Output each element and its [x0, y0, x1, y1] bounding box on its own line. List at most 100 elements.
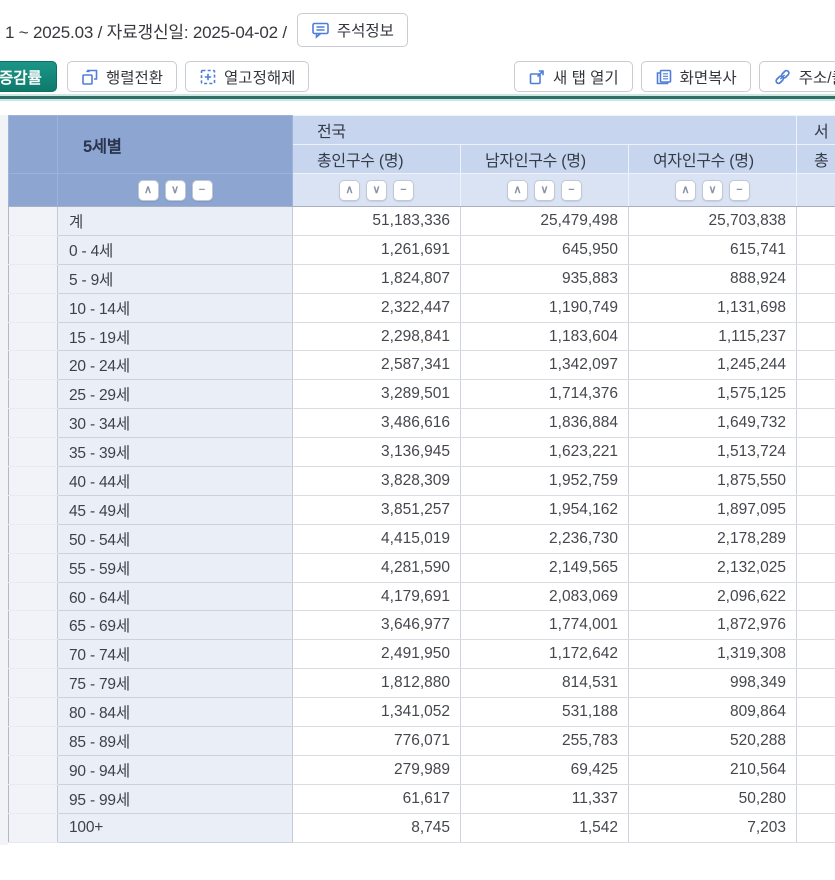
growth-rate-toggle-button[interactable]: 증감률	[0, 61, 57, 92]
toolbar-right-group: 새 탭 열기 화면복사	[514, 61, 835, 92]
sort-ascending-button[interactable]: ∧	[138, 180, 159, 201]
table-body: 계51,183,33625,479,49825,703,8380 - 4세1,2…	[9, 207, 835, 843]
female-population-cell: 1,649,732	[629, 409, 797, 438]
row-index-cell	[9, 727, 58, 756]
female-population-cell: 7,203	[629, 813, 797, 842]
total-population-cell: 3,136,945	[293, 438, 461, 467]
table-row: 90 - 94세279,98969,425210,564	[9, 755, 835, 784]
unfreeze-button-label: 열고정해제	[224, 66, 295, 88]
row-index-cell	[9, 698, 58, 727]
collapse-column-button[interactable]: −	[729, 180, 750, 201]
sort-ascending-button[interactable]: ∧	[339, 180, 360, 201]
clipped-region-cell	[797, 582, 835, 611]
age-group-label: 10 - 14세	[58, 293, 293, 322]
sort-descending-button[interactable]: ∨	[702, 180, 723, 201]
sort-controls-female: ∧ ∨ −	[629, 180, 796, 201]
row-index-cell	[9, 640, 58, 669]
clipped-region-cell	[797, 524, 835, 553]
link-icon	[773, 68, 792, 86]
sort-controls-age: ∧ ∨ −	[58, 180, 292, 201]
age-group-label: 15 - 19세	[58, 322, 293, 351]
column-header-partial[interactable]: 총	[797, 145, 835, 174]
collapse-column-button[interactable]: −	[561, 180, 582, 201]
sort-descending-button[interactable]: ∨	[366, 180, 387, 201]
table-row: 40 - 44세3,828,3091,952,7591,875,550	[9, 467, 835, 496]
clipped-region-cell	[797, 235, 835, 264]
open-new-tab-button[interactable]: 새 탭 열기	[514, 61, 633, 92]
row-index-cell	[9, 235, 58, 264]
table-row: 75 - 79세1,812,880814,531998,349	[9, 669, 835, 698]
female-population-cell: 1,897,095	[629, 495, 797, 524]
male-population-cell: 1,952,759	[461, 467, 629, 496]
unfreeze-columns-button[interactable]: 열고정해제	[185, 61, 309, 92]
screen-copy-button[interactable]: 화면복사	[641, 61, 751, 92]
row-index-cell	[9, 351, 58, 380]
total-population-cell: 51,183,336	[293, 207, 461, 236]
age-group-label: 계	[58, 207, 293, 236]
sort-ascending-button[interactable]: ∧	[675, 180, 696, 201]
column-header-total[interactable]: 총인구수 (명)	[293, 145, 461, 174]
collapse-column-button[interactable]: −	[192, 180, 213, 201]
total-population-cell: 2,587,341	[293, 351, 461, 380]
female-population-cell: 1,115,237	[629, 322, 797, 351]
male-population-cell: 935,883	[461, 264, 629, 293]
sort-ascending-button[interactable]: ∧	[507, 180, 528, 201]
female-population-cell: 888,924	[629, 264, 797, 293]
sort-descending-button[interactable]: ∨	[165, 180, 186, 201]
total-population-cell: 2,298,841	[293, 322, 461, 351]
total-population-cell: 2,322,447	[293, 293, 461, 322]
total-population-cell: 1,341,052	[293, 698, 461, 727]
female-population-cell: 210,564	[629, 755, 797, 784]
female-population-cell: 615,741	[629, 235, 797, 264]
age-group-label: 30 - 34세	[58, 409, 293, 438]
male-population-cell: 1,714,376	[461, 380, 629, 409]
group-header-seoul-clipped[interactable]: 서	[797, 116, 835, 145]
growth-rate-button-label: 증감률	[0, 66, 42, 88]
table-row: 15 - 19세2,298,8411,183,6041,115,237	[9, 322, 835, 351]
group-header-national[interactable]: 전국	[293, 116, 797, 145]
row-index-cell	[9, 409, 58, 438]
male-population-cell: 11,337	[461, 784, 629, 813]
female-population-cell: 50,280	[629, 784, 797, 813]
sort-cell-female: ∧ ∨ −	[629, 174, 797, 207]
table-row: 95 - 99세61,61711,33750,280	[9, 784, 835, 813]
column-header-female[interactable]: 여자인구수 (명)	[629, 145, 797, 174]
clipped-region-cell	[797, 380, 835, 409]
total-population-cell: 8,745	[293, 813, 461, 842]
clipped-region-cell	[797, 409, 835, 438]
sort-descending-button[interactable]: ∨	[534, 180, 555, 201]
copy-screen-icon	[655, 68, 673, 86]
clipped-region-cell	[797, 698, 835, 727]
table-row: 65 - 69세3,646,9771,774,0011,872,976	[9, 611, 835, 640]
table-row: 30 - 34세3,486,6161,836,8841,649,732	[9, 409, 835, 438]
row-index-cell	[9, 669, 58, 698]
age-group-label: 80 - 84세	[58, 698, 293, 727]
female-population-cell: 1,245,244	[629, 351, 797, 380]
row-index-cell	[9, 813, 58, 842]
external-link-icon	[528, 68, 546, 86]
male-population-cell: 531,188	[461, 698, 629, 727]
collapse-column-button[interactable]: −	[393, 180, 414, 201]
row-dimension-header: 5세별	[58, 116, 293, 174]
total-population-cell: 4,179,691	[293, 582, 461, 611]
male-population-cell: 1,190,749	[461, 293, 629, 322]
table-row: 10 - 14세2,322,4471,190,7491,131,698	[9, 293, 835, 322]
age-group-label: 95 - 99세	[58, 784, 293, 813]
total-population-cell: 1,824,807	[293, 264, 461, 293]
clipped-region-cell	[797, 640, 835, 669]
population-table-wrap: 5세별 전국 서 총인구수 (명) 남자인구수 (명) 여자인구수 (명) 총 …	[8, 115, 835, 843]
table-row: 50 - 54세4,415,0192,236,7302,178,289	[9, 524, 835, 553]
total-population-cell: 4,281,590	[293, 553, 461, 582]
age-group-label: 50 - 54세	[58, 524, 293, 553]
female-population-cell: 1,875,550	[629, 467, 797, 496]
age-group-label: 45 - 49세	[58, 495, 293, 524]
clipped-region-cell	[797, 669, 835, 698]
address-copy-button-label: 주소/클	[799, 66, 835, 88]
annotation-info-button[interactable]: 주석정보	[297, 13, 408, 47]
column-header-male[interactable]: 남자인구수 (명)	[461, 145, 629, 174]
screen-copy-button-label: 화면복사	[680, 66, 737, 88]
total-population-cell: 61,617	[293, 784, 461, 813]
male-population-cell: 2,149,565	[461, 553, 629, 582]
transpose-button[interactable]: 행렬전환	[67, 61, 177, 92]
copy-address-button[interactable]: 주소/클	[759, 61, 835, 92]
